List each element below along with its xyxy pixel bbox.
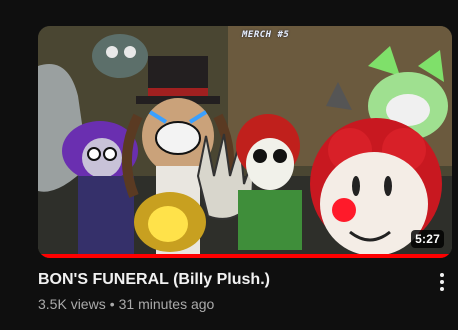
meta-separator: •	[109, 296, 115, 312]
video-thumbnail[interactable]: MERCH #5 5:27	[38, 26, 452, 258]
menu-dot	[440, 280, 444, 284]
watch-progress-fill	[38, 254, 452, 258]
view-count: 3.5K views	[38, 296, 106, 312]
video-card: MERCH #5 5:27 BON'S FUNERAL (Billy Plush…	[0, 0, 458, 330]
watch-progress-bar	[38, 254, 452, 258]
video-title[interactable]: BON'S FUNERAL (Billy Plush.)	[38, 270, 418, 290]
duration-badge: 5:27	[411, 230, 444, 248]
vertical-ellipsis-icon[interactable]	[432, 270, 452, 294]
menu-dot	[440, 273, 444, 277]
upload-age: 31 minutes ago	[118, 296, 215, 312]
menu-dot	[440, 287, 444, 291]
video-metadata: 3.5K views • 31 minutes ago	[38, 294, 214, 314]
thumbnail-artwork	[38, 26, 452, 258]
thumbnail-overlay-text: MERCH #5	[242, 30, 290, 40]
